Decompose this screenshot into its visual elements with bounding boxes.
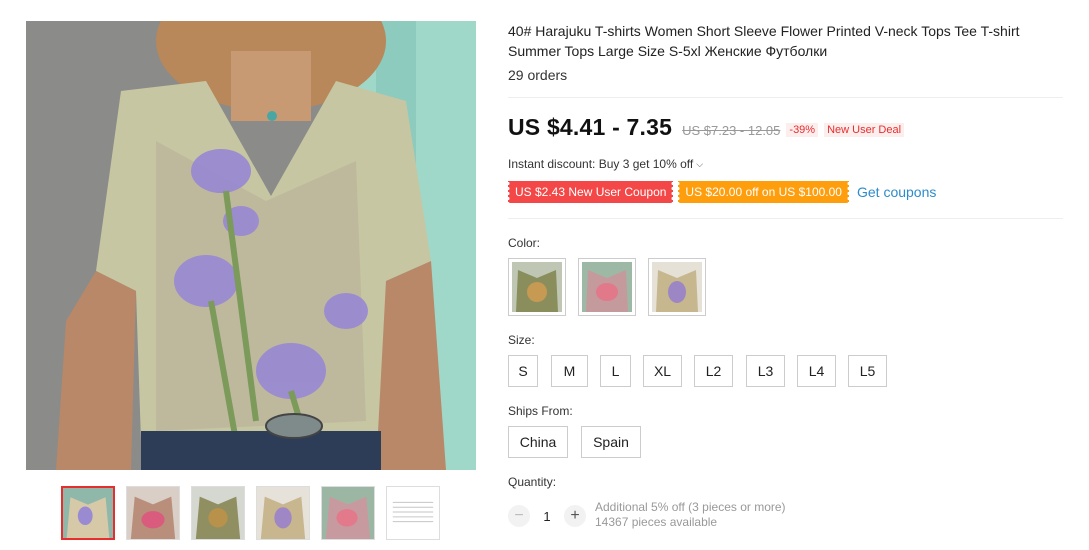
size-option-l2[interactable]: L2 bbox=[694, 355, 733, 387]
additional-discount-note: Additional 5% off (3 pieces or more) bbox=[595, 500, 786, 514]
store-coupon[interactable]: US $20.00 off on US $100.00 bbox=[678, 181, 849, 203]
quantity-decrement-button[interactable]: − bbox=[508, 505, 530, 527]
thumbnail-5[interactable] bbox=[321, 486, 375, 540]
ship-option-china[interactable]: China bbox=[508, 426, 568, 458]
chevron-down-icon: ⌵ bbox=[696, 158, 704, 169]
quantity-label: Quantity: bbox=[508, 475, 557, 489]
size-option-l4[interactable]: L4 bbox=[797, 355, 836, 387]
thumbnail-art bbox=[63, 488, 113, 538]
color-label: Color: bbox=[508, 236, 541, 250]
product-title: 40# Harajuku T-shirts Women Short Sleeve… bbox=[508, 23, 1020, 59]
color-swatch-art bbox=[652, 262, 702, 312]
quantity-increment-button[interactable]: + bbox=[564, 505, 586, 527]
main-product-image[interactable] bbox=[26, 21, 476, 470]
size-label: Size: bbox=[508, 333, 535, 347]
ships-from-label: Ships From: bbox=[508, 404, 573, 418]
color-option-3[interactable] bbox=[648, 258, 706, 316]
thumbnail-art bbox=[192, 487, 244, 539]
thumbnail-art bbox=[257, 487, 309, 539]
quantity-stepper: − 1 + bbox=[508, 505, 586, 527]
color-option-1[interactable] bbox=[508, 258, 566, 316]
thumbnail-size-chart[interactable] bbox=[386, 486, 440, 540]
pieces-available: 14367 pieces available bbox=[595, 515, 718, 529]
coupon-row: US $2.43 New User Coupon US $20.00 off o… bbox=[508, 181, 936, 203]
thumbnail-1[interactable] bbox=[61, 486, 115, 540]
size-option-l3[interactable]: L3 bbox=[746, 355, 785, 387]
divider bbox=[508, 97, 1063, 98]
instant-discount-text: Instant discount: Buy 3 get 10% off bbox=[508, 157, 694, 171]
ship-option-spain[interactable]: Spain bbox=[581, 426, 641, 458]
get-coupons-link[interactable]: Get coupons bbox=[857, 184, 936, 200]
orders-count: 29 orders bbox=[508, 67, 568, 83]
discount-badge: -39% bbox=[786, 123, 819, 137]
thumbnail-art bbox=[322, 487, 374, 539]
instant-discount[interactable]: Instant discount: Buy 3 get 10% off ⌵ bbox=[508, 157, 703, 171]
new-user-deal-badge: New User Deal bbox=[824, 123, 905, 137]
thumbnail-3[interactable] bbox=[191, 486, 245, 540]
thumbnail-4[interactable] bbox=[256, 486, 310, 540]
size-option-l5[interactable]: L5 bbox=[848, 355, 887, 387]
color-swatch-art bbox=[512, 262, 562, 312]
thumbnail-art bbox=[127, 487, 179, 539]
quantity-input[interactable]: 1 bbox=[530, 509, 564, 524]
quantity-notes: Additional 5% off (3 pieces or more) 143… bbox=[595, 500, 786, 530]
size-option-xl[interactable]: XL bbox=[643, 355, 682, 387]
color-option-2[interactable] bbox=[578, 258, 636, 316]
main-image-art bbox=[26, 21, 476, 470]
color-swatch-art bbox=[582, 262, 632, 312]
size-option-l[interactable]: L bbox=[600, 355, 631, 387]
size-option-m[interactable]: M bbox=[551, 355, 588, 387]
divider bbox=[508, 218, 1063, 219]
original-price: US $7.23 - 12.05 bbox=[682, 123, 781, 138]
price-row: US $4.41 - 7.35 US $7.23 - 12.05 -39% Ne… bbox=[508, 114, 905, 141]
thumbnail-2[interactable] bbox=[126, 486, 180, 540]
current-price: US $4.41 - 7.35 bbox=[508, 114, 673, 140]
new-user-coupon[interactable]: US $2.43 New User Coupon bbox=[508, 181, 674, 203]
size-option-s[interactable]: S bbox=[508, 355, 538, 387]
size-chart-icon bbox=[387, 487, 439, 539]
